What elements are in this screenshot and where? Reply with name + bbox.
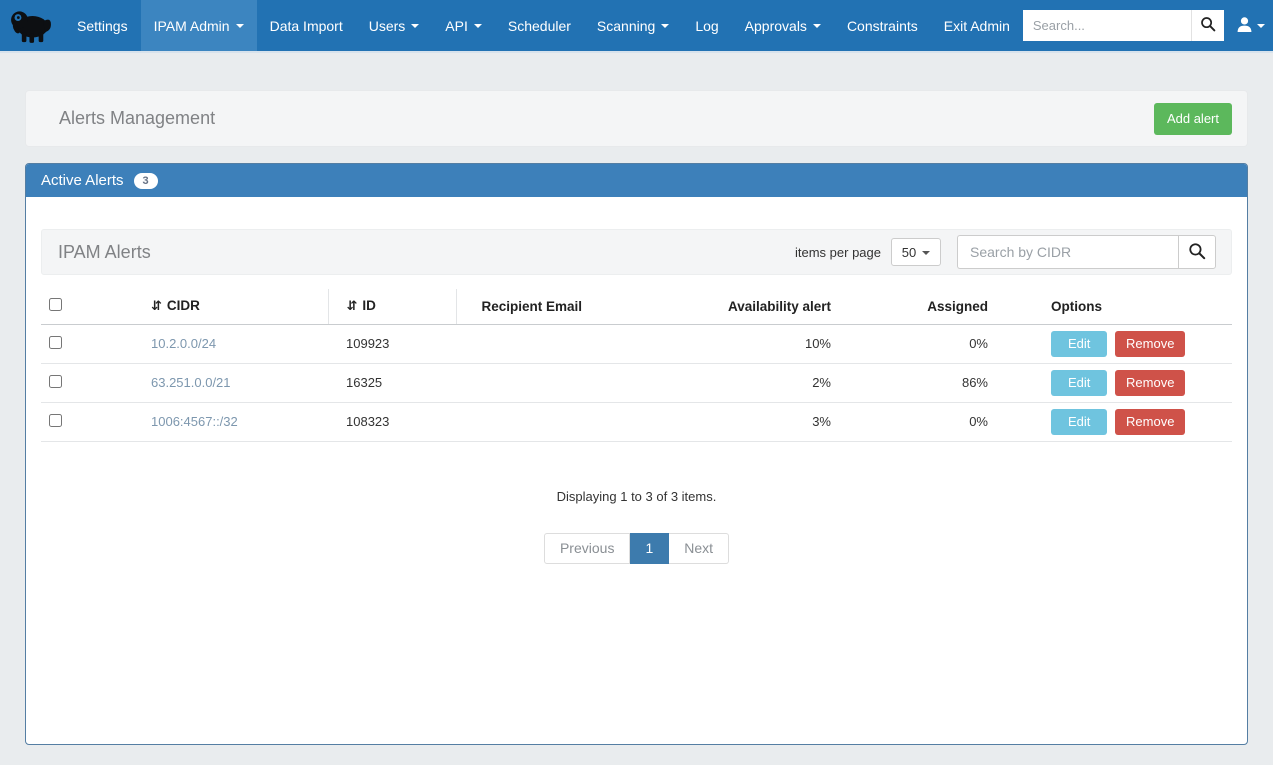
- app-logo[interactable]: [0, 0, 64, 51]
- chevron-down-icon: [236, 24, 244, 28]
- items-per-page-label: items per page: [795, 245, 881, 260]
- add-alert-button[interactable]: Add alert: [1154, 103, 1232, 135]
- sort-icon: ⇵: [151, 298, 162, 313]
- pagination: Previous 1 Next: [41, 533, 1232, 564]
- row-checkbox[interactable]: [49, 375, 62, 388]
- select-all-checkbox[interactable]: [49, 298, 62, 311]
- chevron-down-icon: [474, 24, 482, 28]
- row-checkbox[interactable]: [49, 414, 62, 427]
- remove-button[interactable]: Remove: [1115, 409, 1185, 435]
- alerts-table: ⇵CIDR ⇵ID Recipient Email Availability a…: [41, 289, 1232, 442]
- nav-item-ipam-admin[interactable]: IPAM Admin: [141, 0, 257, 51]
- column-header-email: Recipient Email: [456, 289, 701, 324]
- page-header: Alerts Management Add alert: [25, 90, 1248, 147]
- global-search-button[interactable]: [1191, 10, 1224, 41]
- table-controls: items per page 50: [795, 235, 1216, 269]
- cidr-link[interactable]: 63.251.0.0/21: [151, 375, 231, 390]
- nav-item-users[interactable]: Users: [356, 0, 433, 51]
- user-menu[interactable]: [1236, 16, 1265, 36]
- global-search: [1023, 10, 1224, 41]
- navbar-right: [1023, 0, 1273, 51]
- recipient-email: [456, 402, 701, 441]
- nav-item-settings[interactable]: Settings: [64, 0, 141, 51]
- column-header-assigned: Assigned: [831, 289, 988, 324]
- nav-item-scanning[interactable]: Scanning: [584, 0, 682, 51]
- table-header-row: ⇵CIDR ⇵ID Recipient Email Availability a…: [41, 289, 1232, 324]
- chevron-down-icon: [411, 24, 419, 28]
- remove-button[interactable]: Remove: [1115, 331, 1185, 357]
- cidr-link[interactable]: 1006:4567::/32: [151, 414, 238, 429]
- cidr-link[interactable]: 10.2.0.0/24: [151, 336, 216, 351]
- edit-button[interactable]: Edit: [1051, 370, 1107, 396]
- items-per-page-select[interactable]: 50: [891, 238, 941, 266]
- recipient-email: [456, 363, 701, 402]
- nav-item-data-import[interactable]: Data Import: [257, 0, 356, 51]
- nav-item-exit-admin[interactable]: Exit Admin: [931, 0, 1023, 51]
- column-header-availability: Availability alert: [701, 289, 831, 324]
- table-row: 10.2.0.0/24 109923 10% 0% Edit Remove: [41, 324, 1232, 363]
- table-row: 63.251.0.0/21 16325 2% 86% Edit Remove: [41, 363, 1232, 402]
- assigned-value: 0%: [831, 402, 988, 441]
- search-icon: [1188, 242, 1206, 263]
- panel-title: Active Alerts: [41, 172, 124, 189]
- column-header-options: Options: [988, 289, 1232, 324]
- chevron-down-icon: [661, 24, 669, 28]
- nav-item-constraints[interactable]: Constraints: [834, 0, 931, 51]
- availability-value: 10%: [701, 324, 831, 363]
- assigned-value: 0%: [831, 324, 988, 363]
- alert-id: 109923: [328, 324, 456, 363]
- table-row: 1006:4567::/32 108323 3% 0% Edit Remove: [41, 402, 1232, 441]
- panel-heading: Active Alerts 3: [26, 164, 1247, 197]
- availability-value: 2%: [701, 363, 831, 402]
- top-navbar: Settings IPAM Admin Data Import Users AP…: [0, 0, 1273, 53]
- main-menu: Settings IPAM Admin Data Import Users AP…: [64, 0, 1023, 51]
- nav-item-scheduler[interactable]: Scheduler: [495, 0, 584, 51]
- table-summary: Displaying 1 to 3 of 3 items.: [41, 489, 1232, 504]
- active-alerts-panel: Active Alerts 3 IPAM Alerts items per pa…: [25, 163, 1248, 745]
- nav-item-log[interactable]: Log: [682, 0, 731, 51]
- row-checkbox[interactable]: [49, 336, 62, 349]
- alert-id: 16325: [328, 363, 456, 402]
- availability-value: 3%: [701, 402, 831, 441]
- global-search-input[interactable]: [1023, 10, 1191, 41]
- column-header-cidr[interactable]: ⇵CIDR: [151, 289, 328, 324]
- alert-count-badge: 3: [134, 173, 158, 189]
- sort-icon: ⇵: [347, 298, 358, 313]
- edit-button[interactable]: Edit: [1051, 409, 1107, 435]
- page-content: Alerts Management Add alert Active Alert…: [0, 90, 1273, 745]
- page-title: Alerts Management: [59, 108, 215, 129]
- chevron-down-icon: [1257, 24, 1265, 28]
- search-icon: [1200, 16, 1216, 35]
- column-header-id[interactable]: ⇵ID: [328, 289, 456, 324]
- cidr-search: [957, 235, 1216, 269]
- remove-button[interactable]: Remove: [1115, 370, 1185, 396]
- assigned-value: 86%: [831, 363, 988, 402]
- user-icon: [1236, 16, 1253, 36]
- chevron-down-icon: [813, 24, 821, 28]
- nav-item-api[interactable]: API: [432, 0, 495, 51]
- cidr-search-input[interactable]: [957, 235, 1178, 269]
- pagination-next[interactable]: Next: [669, 533, 729, 564]
- recipient-email: [456, 324, 701, 363]
- mammoth-logo-icon: [8, 6, 54, 46]
- table-title: IPAM Alerts: [58, 242, 151, 263]
- pagination-page-1[interactable]: 1: [630, 533, 669, 564]
- pagination-previous[interactable]: Previous: [544, 533, 630, 564]
- edit-button[interactable]: Edit: [1051, 331, 1107, 357]
- table-toolbar: IPAM Alerts items per page 50: [41, 229, 1232, 275]
- alert-id: 108323: [328, 402, 456, 441]
- nav-item-approvals[interactable]: Approvals: [732, 0, 834, 51]
- chevron-down-icon: [922, 251, 930, 255]
- cidr-search-button[interactable]: [1178, 235, 1216, 269]
- panel-body: IPAM Alerts items per page 50: [26, 197, 1247, 744]
